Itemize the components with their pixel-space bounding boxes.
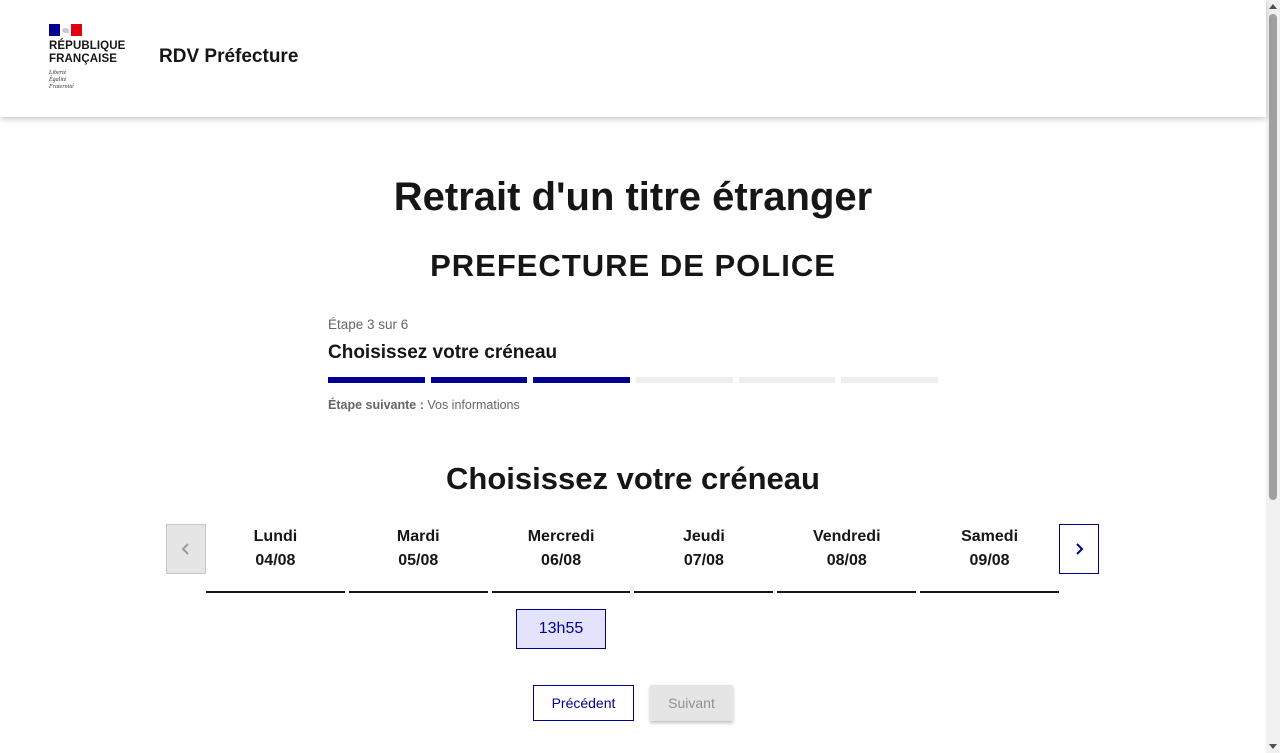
chevron-right-icon [1076, 543, 1084, 555]
scroll-down-arrow-icon[interactable] [1269, 744, 1277, 749]
scrollbar-thumb[interactable] [1269, 14, 1277, 500]
stepper-next-step: Étape suivante : Vos informations [328, 398, 938, 412]
stepper-segment-3 [533, 377, 631, 383]
time-slot-button[interactable]: 13h55 [516, 609, 606, 649]
stepper-segment-6 [841, 377, 939, 383]
logo-line-1: RÉPUBLIQUE [49, 40, 126, 52]
site-header: RÉPUBLIQUE FRANÇAISE Liberté Égalité Fra… [0, 0, 1266, 117]
marianne-flag-icon [49, 24, 82, 36]
day-date: 06/08 [541, 552, 582, 569]
next-button[interactable]: Suivant [650, 685, 733, 721]
day-date: 09/08 [969, 552, 1010, 569]
stepper: Étape 3 sur 6 Choisissez votre créneau É… [328, 317, 939, 412]
calendar-days: Lundi 04/08 Mardi 05/08 Mercredi 06/08 J… [206, 524, 1059, 593]
stepper-title: Choisissez votre créneau [328, 342, 558, 363]
day-name: Mardi [396, 528, 440, 545]
day-date: 05/08 [398, 552, 439, 569]
stepper-progress-bar [328, 377, 939, 383]
scroll-up-arrow-icon[interactable] [1269, 4, 1277, 9]
next-step-label: Étape suivante : [328, 398, 424, 412]
motto-liberte: Liberté [49, 70, 67, 76]
next-step-value: Vos informations [423, 398, 520, 412]
day-date: 07/08 [683, 552, 724, 569]
previous-button[interactable]: Précédent [533, 685, 634, 721]
day-date: 04/08 [255, 552, 296, 569]
motto-egalite: Égalité [49, 77, 67, 83]
stepper-segment-5 [738, 377, 836, 383]
day-name: Samedi [961, 528, 1019, 545]
day-name: Mercredi [527, 528, 595, 545]
chevron-left-icon [181, 543, 189, 555]
stepper-segment-2 [430, 377, 528, 383]
day-column-tuesday: Mardi 05/08 [348, 524, 488, 593]
stepper-state: Étape 3 sur 6 [328, 317, 409, 332]
next-week-button[interactable] [1059, 524, 1099, 574]
day-name: Lundi [253, 528, 298, 545]
page-scrollbar[interactable] [1266, 0, 1280, 753]
day-column-saturday: Samedi 09/08 [920, 524, 1059, 593]
day-name: Jeudi [683, 528, 725, 545]
day-name: Vendredi [812, 528, 881, 545]
stepper-segment-4 [636, 377, 733, 383]
previous-week-button[interactable] [166, 524, 206, 574]
day-column-friday: Vendredi 08/08 [777, 524, 917, 593]
motto-fraternite: Fraternité [49, 84, 74, 90]
page-title: Retrait d'un titre étranger [393, 175, 873, 219]
logo-line-2: FRANÇAISE [49, 53, 117, 65]
main-content: Retrait d'un titre étranger PREFECTURE D… [0, 117, 1266, 753]
slot-section-title: Choisissez votre créneau [446, 461, 820, 496]
day-column-wednesday: Mercredi 06/08 [491, 524, 631, 593]
day-column-monday: Lundi 04/08 [206, 524, 345, 593]
stepper-segment-1 [328, 377, 425, 383]
logo-motto: Liberté Égalité Fraternité [49, 70, 139, 91]
service-name[interactable]: RDV Préfecture [159, 46, 298, 68]
day-column-thursday: Jeudi 07/08 [634, 524, 774, 593]
prefecture-name: PREFECTURE DE POLICE [430, 248, 836, 283]
republique-francaise-logo[interactable]: RÉPUBLIQUE FRANÇAISE Liberté Égalité Fra… [49, 24, 139, 91]
day-date: 08/08 [826, 552, 867, 569]
